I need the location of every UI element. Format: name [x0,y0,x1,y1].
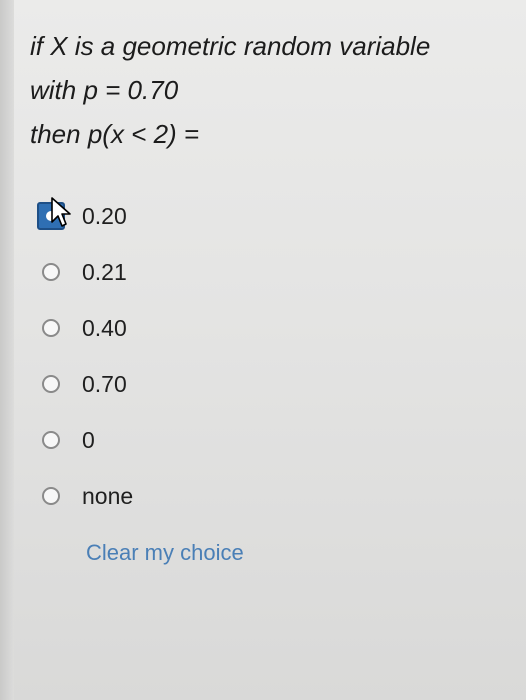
option-label: 0.70 [82,370,127,397]
question-card: if X is a geometric random variable with… [14,0,526,700]
radio-button[interactable] [42,263,60,281]
option-label: 0.40 [82,314,127,341]
radio-button[interactable] [42,431,60,449]
option-0[interactable]: 0 [42,412,502,468]
option-label: 0 [82,426,95,453]
option-0-21[interactable]: 0.21 [42,244,502,300]
left-border [0,0,14,700]
question-line-2: with p = 0.70 [30,75,179,105]
question-line-3: then p(x < 2) = [30,119,200,149]
question-text: if X is a geometric random variable with… [30,24,510,156]
option-0-40[interactable]: 0.40 [42,300,502,356]
option-label: 0.21 [82,258,127,285]
clear-choice-link[interactable]: Clear my choice [86,540,244,566]
option-0-20[interactable]: 0.20 [37,188,502,244]
radio-button[interactable] [42,319,60,337]
option-label: none [82,482,134,509]
question-line-1: if X is a geometric random variable [30,31,431,61]
answer-options: 0.20 0.21 0.40 0.70 0 none [37,188,502,524]
radio-button[interactable] [42,487,60,505]
mouse-pointer-icon [51,197,71,227]
option-label: 0.20 [82,202,127,229]
option-none[interactable]: none [42,468,502,524]
option-0-70[interactable]: 0.70 [42,356,502,412]
radio-button[interactable] [42,375,60,393]
